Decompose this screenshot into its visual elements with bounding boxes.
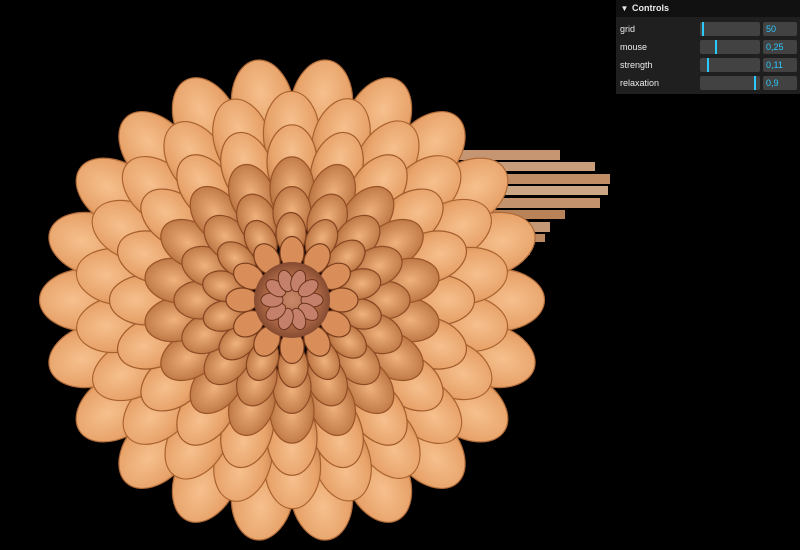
- controls-panel: ▼ Controls grid 50 mouse 0,25 strength 0…: [616, 0, 800, 94]
- control-row-grid: grid 50: [616, 20, 800, 38]
- controls-title-bar[interactable]: ▼ Controls: [616, 0, 800, 17]
- controls-title: Controls: [632, 3, 669, 13]
- control-row-relaxation: relaxation 0,9: [616, 74, 800, 92]
- strength-value-input[interactable]: 0,11: [763, 58, 797, 72]
- flower-petals: [38, 59, 546, 541]
- relaxation-slider[interactable]: [700, 76, 760, 90]
- mouse-slider[interactable]: [700, 40, 760, 54]
- control-label-mouse: mouse: [620, 42, 648, 52]
- relaxation-value-input[interactable]: 0,9: [763, 76, 797, 90]
- slider-handle[interactable]: [754, 76, 756, 90]
- chevron-down-icon[interactable]: ▼: [620, 4, 629, 13]
- grid-slider[interactable]: [700, 22, 760, 36]
- slider-handle[interactable]: [702, 22, 704, 36]
- grid-value-input[interactable]: 50: [763, 22, 797, 36]
- control-row-strength: strength 0,11: [616, 56, 800, 74]
- control-row-mouse: mouse 0,25: [616, 38, 800, 56]
- slider-handle[interactable]: [707, 58, 709, 72]
- control-label-relaxation: relaxation: [620, 78, 660, 88]
- controls-list: grid 50 mouse 0,25 strength 0,11 relaxat…: [616, 17, 800, 92]
- control-label-grid: grid: [620, 24, 636, 34]
- strength-slider[interactable]: [700, 58, 760, 72]
- control-label-strength: strength: [620, 60, 653, 70]
- canvas-stage[interactable]: ▼ Controls grid 50 mouse 0,25 strength 0…: [0, 0, 800, 550]
- slider-handle[interactable]: [715, 40, 717, 54]
- mouse-value-input[interactable]: 0,25: [763, 40, 797, 54]
